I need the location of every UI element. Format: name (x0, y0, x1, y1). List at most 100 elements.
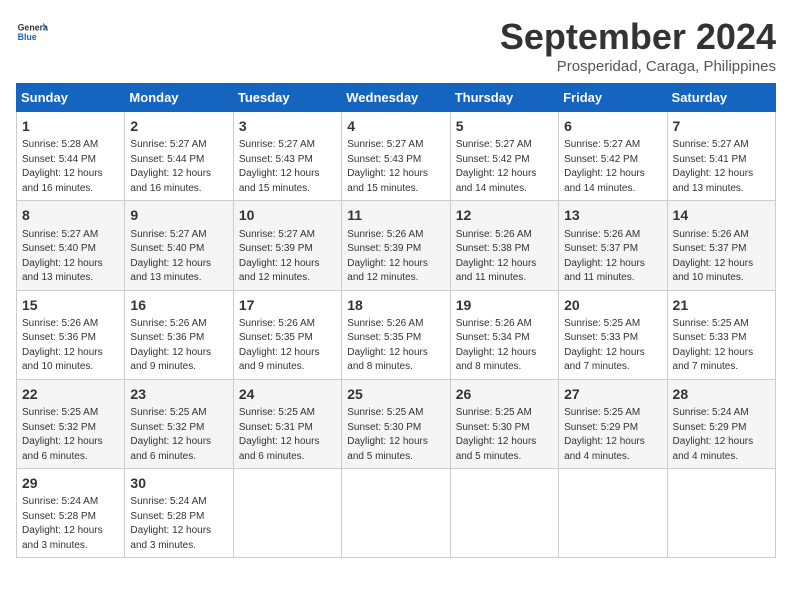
table-row: 15 Sunrise: 5:26 AM Sunset: 5:36 PM Dayl… (17, 290, 125, 379)
sunrise-label: Sunrise: 5:26 AM (673, 229, 749, 240)
sunrise-label: Sunrise: 5:26 AM (564, 229, 640, 240)
table-row: 10 Sunrise: 5:27 AM Sunset: 5:39 PM Dayl… (233, 201, 341, 290)
sunrise-label: Sunrise: 5:26 AM (347, 318, 423, 329)
sunset-label: Sunset: 5:39 PM (239, 243, 313, 254)
table-row (342, 469, 450, 558)
sunrise-label: Sunrise: 5:27 AM (22, 229, 98, 240)
col-thursday: Thursday (450, 84, 558, 112)
table-row: 27 Sunrise: 5:25 AM Sunset: 5:29 PM Dayl… (559, 379, 667, 468)
table-row: 6 Sunrise: 5:27 AM Sunset: 5:42 PM Dayli… (559, 112, 667, 201)
day-number: 22 (22, 384, 119, 404)
table-row: 30 Sunrise: 5:24 AM Sunset: 5:28 PM Dayl… (125, 469, 233, 558)
sunrise-label: Sunrise: 5:25 AM (564, 407, 640, 418)
sunrise-label: Sunrise: 5:27 AM (347, 139, 423, 150)
sunrise-label: Sunrise: 5:25 AM (130, 407, 206, 418)
table-row: 19 Sunrise: 5:26 AM Sunset: 5:34 PM Dayl… (450, 290, 558, 379)
table-row: 17 Sunrise: 5:26 AM Sunset: 5:35 PM Dayl… (233, 290, 341, 379)
daylight-label: Daylight: 12 hours and 6 minutes. (130, 436, 211, 462)
sunset-label: Sunset: 5:28 PM (22, 511, 96, 522)
sunset-label: Sunset: 5:44 PM (130, 154, 204, 165)
sunset-label: Sunset: 5:42 PM (564, 154, 638, 165)
table-row: 1 Sunrise: 5:28 AM Sunset: 5:44 PM Dayli… (17, 112, 125, 201)
daylight-label: Daylight: 12 hours and 11 minutes. (456, 258, 537, 284)
sunset-label: Sunset: 5:31 PM (239, 422, 313, 433)
day-number: 10 (239, 205, 336, 225)
table-row: 14 Sunrise: 5:26 AM Sunset: 5:37 PM Dayl… (667, 201, 775, 290)
table-row: 13 Sunrise: 5:26 AM Sunset: 5:37 PM Dayl… (559, 201, 667, 290)
col-sunday: Sunday (17, 84, 125, 112)
daylight-label: Daylight: 12 hours and 12 minutes. (239, 258, 320, 284)
sunrise-label: Sunrise: 5:26 AM (456, 318, 532, 329)
daylight-label: Daylight: 12 hours and 15 minutes. (347, 168, 428, 194)
day-number: 11 (347, 205, 444, 225)
sunrise-label: Sunrise: 5:24 AM (130, 496, 206, 507)
day-number: 5 (456, 116, 553, 136)
sunrise-label: Sunrise: 5:25 AM (564, 318, 640, 329)
sunrise-label: Sunrise: 5:27 AM (130, 139, 206, 150)
sunset-label: Sunset: 5:34 PM (456, 332, 530, 343)
sunrise-label: Sunrise: 5:27 AM (564, 139, 640, 150)
day-number: 9 (130, 205, 227, 225)
daylight-label: Daylight: 12 hours and 13 minutes. (22, 258, 103, 284)
daylight-label: Daylight: 12 hours and 8 minutes. (347, 347, 428, 373)
day-number: 15 (22, 295, 119, 315)
table-row: 20 Sunrise: 5:25 AM Sunset: 5:33 PM Dayl… (559, 290, 667, 379)
sunset-label: Sunset: 5:38 PM (456, 243, 530, 254)
day-number: 24 (239, 384, 336, 404)
sunrise-label: Sunrise: 5:24 AM (22, 496, 98, 507)
col-wednesday: Wednesday (342, 84, 450, 112)
sunset-label: Sunset: 5:33 PM (564, 332, 638, 343)
day-number: 3 (239, 116, 336, 136)
sunset-label: Sunset: 5:30 PM (347, 422, 421, 433)
svg-text:Blue: Blue (18, 32, 37, 42)
sunset-label: Sunset: 5:37 PM (673, 243, 747, 254)
sunset-label: Sunset: 5:40 PM (22, 243, 96, 254)
daylight-label: Daylight: 12 hours and 4 minutes. (564, 436, 645, 462)
daylight-label: Daylight: 12 hours and 14 minutes. (456, 168, 537, 194)
table-row: 24 Sunrise: 5:25 AM Sunset: 5:31 PM Dayl… (233, 379, 341, 468)
table-row: 29 Sunrise: 5:24 AM Sunset: 5:28 PM Dayl… (17, 469, 125, 558)
sunset-label: Sunset: 5:29 PM (673, 422, 747, 433)
sunrise-label: Sunrise: 5:26 AM (22, 318, 98, 329)
sunset-label: Sunset: 5:33 PM (673, 332, 747, 343)
sunrise-label: Sunrise: 5:25 AM (347, 407, 423, 418)
month-title: September 2024 (500, 16, 776, 58)
sunset-label: Sunset: 5:30 PM (456, 422, 530, 433)
sunrise-label: Sunrise: 5:27 AM (239, 139, 315, 150)
table-row: 25 Sunrise: 5:25 AM Sunset: 5:30 PM Dayl… (342, 379, 450, 468)
daylight-label: Daylight: 12 hours and 3 minutes. (22, 525, 103, 551)
header-row: Sunday Monday Tuesday Wednesday Thursday… (17, 84, 776, 112)
calendar-table: Sunday Monday Tuesday Wednesday Thursday… (16, 83, 776, 558)
sunset-label: Sunset: 5:36 PM (130, 332, 204, 343)
daylight-label: Daylight: 12 hours and 13 minutes. (673, 168, 754, 194)
sunset-label: Sunset: 5:43 PM (239, 154, 313, 165)
daylight-label: Daylight: 12 hours and 6 minutes. (239, 436, 320, 462)
sunrise-label: Sunrise: 5:25 AM (673, 318, 749, 329)
day-number: 19 (456, 295, 553, 315)
daylight-label: Daylight: 12 hours and 16 minutes. (22, 168, 103, 194)
table-row (559, 469, 667, 558)
sunset-label: Sunset: 5:32 PM (130, 422, 204, 433)
page-header: General Blue September 2024 Prosperidad,… (16, 16, 776, 75)
daylight-label: Daylight: 12 hours and 5 minutes. (347, 436, 428, 462)
sunrise-label: Sunrise: 5:24 AM (673, 407, 749, 418)
daylight-label: Daylight: 12 hours and 10 minutes. (673, 258, 754, 284)
sunrise-label: Sunrise: 5:26 AM (239, 318, 315, 329)
logo: General Blue (16, 16, 48, 48)
title-block: September 2024 Prosperidad, Caraga, Phil… (500, 16, 776, 75)
table-row: 21 Sunrise: 5:25 AM Sunset: 5:33 PM Dayl… (667, 290, 775, 379)
daylight-label: Daylight: 12 hours and 8 minutes. (456, 347, 537, 373)
day-number: 25 (347, 384, 444, 404)
sunrise-label: Sunrise: 5:27 AM (239, 229, 315, 240)
day-number: 16 (130, 295, 227, 315)
day-number: 29 (22, 473, 119, 493)
col-tuesday: Tuesday (233, 84, 341, 112)
table-row: 11 Sunrise: 5:26 AM Sunset: 5:39 PM Dayl… (342, 201, 450, 290)
sunset-label: Sunset: 5:28 PM (130, 511, 204, 522)
daylight-label: Daylight: 12 hours and 5 minutes. (456, 436, 537, 462)
table-row: 3 Sunrise: 5:27 AM Sunset: 5:43 PM Dayli… (233, 112, 341, 201)
logo-icon: General Blue (16, 16, 48, 48)
daylight-label: Daylight: 12 hours and 6 minutes. (22, 436, 103, 462)
sunrise-label: Sunrise: 5:27 AM (456, 139, 532, 150)
day-number: 26 (456, 384, 553, 404)
